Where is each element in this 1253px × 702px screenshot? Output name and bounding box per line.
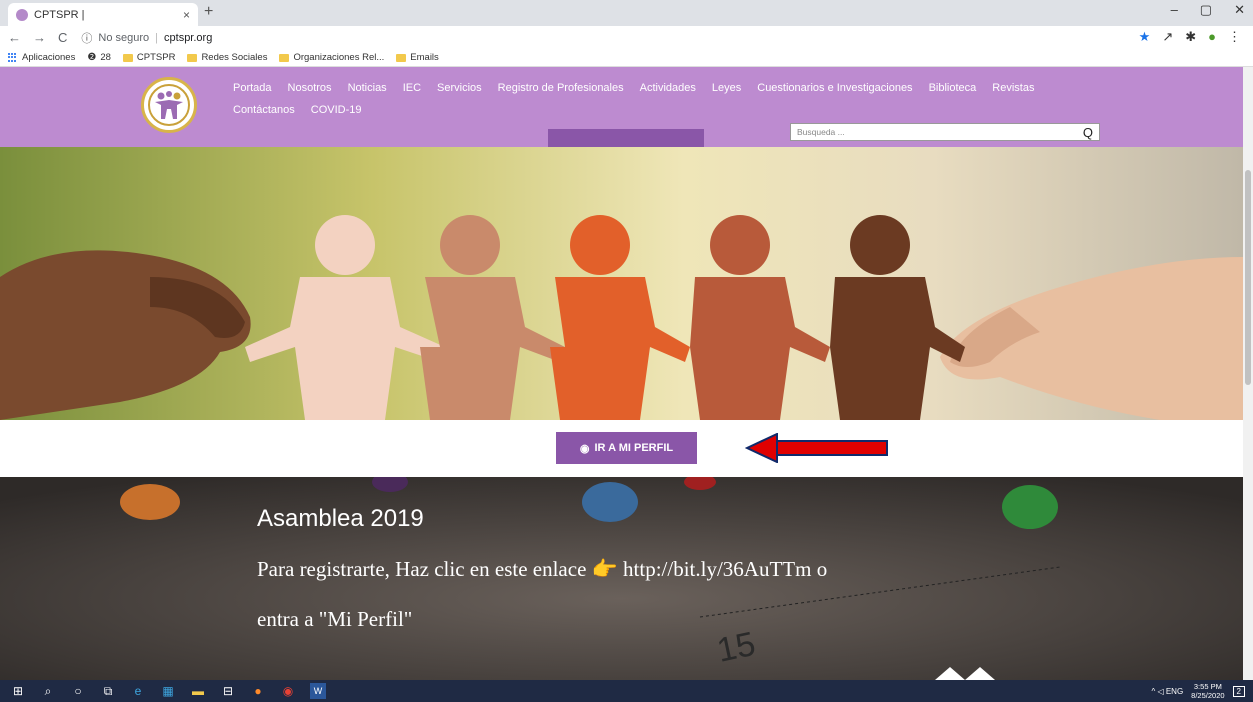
red-arrow-icon	[745, 433, 888, 463]
site-logo[interactable]	[141, 77, 197, 133]
new-tab-button[interactable]: +	[204, 3, 213, 21]
nav-leyes[interactable]: Leyes	[712, 82, 741, 94]
site-favicon-icon	[16, 8, 28, 21]
assembly-banner: 15 Asamblea 2019 Para registrarte, Haz c…	[0, 477, 1243, 680]
folder-icon	[122, 53, 133, 62]
people-logo-icon	[148, 84, 190, 126]
nav-servicios[interactable]: Servicios	[437, 82, 482, 94]
paper-people-illustration	[0, 215, 1243, 420]
browser-tab[interactable]: CPTSPR | ×	[8, 3, 198, 26]
nav-biblioteca[interactable]: Biblioteca	[929, 82, 977, 94]
bookmarks-bar: Aplicaciones ❷ 28 CPTSPR Redes Sociales …	[0, 49, 1253, 67]
shopping-bag-icon[interactable]: ⊟	[220, 683, 236, 699]
url-text[interactable]: cptspr.org	[164, 32, 212, 44]
user-circle-icon: ◉	[579, 442, 590, 455]
site-header: Portada Nosotros Noticias IEC Servicios …	[0, 67, 1243, 161]
puzzle-icon[interactable]: ✱	[1185, 29, 1196, 45]
hero-image	[0, 147, 1243, 420]
bookmark-label: Redes Sociales	[201, 52, 268, 63]
profile-avatar-icon[interactable]: ●	[1208, 29, 1216, 45]
web-page: Portada Nosotros Noticias IEC Servicios …	[0, 67, 1243, 680]
menu-icon[interactable]: ⋮	[1228, 29, 1241, 45]
nav-revistas[interactable]: Revistas	[992, 82, 1034, 94]
folder-icon	[396, 53, 407, 62]
bookmark-star-icon[interactable]: ★	[1139, 29, 1151, 45]
mi-perfil-label: IR A MI PERFIL	[594, 442, 674, 454]
tray-indicators[interactable]: ^ ◁ ENG	[1151, 687, 1183, 696]
system-tray: ^ ◁ ENG 3:55 PM 8/25/2020 2	[1151, 682, 1245, 700]
task-view-icon[interactable]: ⧉	[100, 683, 116, 699]
assembly-title: Asamblea 2019	[257, 505, 424, 532]
nav-nosotros[interactable]: Nosotros	[288, 82, 332, 94]
badge-icon: ❷	[87, 52, 97, 63]
search-input[interactable]: Busqueda ... Q	[790, 123, 1100, 141]
file-explorer-icon[interactable]: ▬	[190, 683, 206, 699]
search-placeholder: Busqueda ...	[797, 127, 845, 137]
assembly-register-text[interactable]: Para registrarte, Haz clic en este enlac…	[257, 557, 827, 582]
search-icon[interactable]: Q	[1083, 125, 1093, 140]
main-navigation: Portada Nosotros Noticias IEC Servicios …	[233, 82, 1093, 116]
nav-noticias[interactable]: Noticias	[348, 82, 387, 94]
security-label: No seguro	[98, 31, 150, 44]
clock-date: 8/25/2020	[1191, 691, 1225, 700]
clock[interactable]: 3:55 PM 8/25/2020	[1191, 682, 1224, 700]
reload-button[interactable]: C	[58, 30, 67, 45]
folder-icon	[187, 53, 198, 62]
nav-actividades[interactable]: Actividades	[640, 82, 696, 94]
nav-contactanos[interactable]: Contáctanos	[233, 104, 295, 116]
nav-buttons: ← → C	[8, 30, 67, 45]
mi-perfil-button[interactable]: ◉ IR A MI PERFIL	[556, 432, 697, 464]
back-button[interactable]: ←	[8, 30, 21, 45]
close-window-button[interactable]: ✕	[1234, 2, 1245, 18]
apps-grid-icon	[8, 52, 18, 63]
tab-close-icon[interactable]: ×	[183, 8, 190, 22]
scrollbar-thumb[interactable]	[1245, 170, 1251, 385]
window-controls: – ▢ ✕	[1171, 2, 1245, 18]
folder-icon	[279, 53, 290, 62]
windows-start-icon[interactable]: ⊞	[10, 683, 26, 699]
bookmark-28[interactable]: ❷ 28	[87, 52, 111, 63]
firefox-icon[interactable]: ●	[250, 683, 266, 699]
taskbar-icons: ⊞ ⌕ ○ ⧉ e ▦ ▬ ⊟ ● ◉ W	[10, 683, 326, 699]
tab-title: CPTSPR |	[34, 8, 85, 21]
bookmark-emails[interactable]: Emails	[396, 52, 439, 63]
store-icon[interactable]: ▦	[160, 683, 176, 699]
bookmark-label: Emails	[410, 52, 439, 63]
edge-icon[interactable]: e	[130, 683, 146, 699]
nav-covid[interactable]: COVID-19	[311, 104, 362, 116]
nav-iec[interactable]: IEC	[403, 82, 421, 94]
url-separator: |	[155, 31, 159, 44]
forward-button[interactable]: →	[33, 30, 46, 45]
bookmark-cptspr[interactable]: CPTSPR	[122, 52, 176, 63]
word-icon[interactable]: W	[310, 683, 326, 699]
bookmark-label: CPTSPR	[136, 52, 176, 63]
notifications-icon[interactable]: 2	[1232, 685, 1245, 697]
extension-icon[interactable]: ↗	[1162, 29, 1173, 45]
windows-taskbar: ⊞ ⌕ ○ ⧉ e ▦ ▬ ⊟ ● ◉ W ^ ◁ ENG 3:55 PM 8/…	[0, 680, 1253, 702]
bookmark-label: Organizaciones Rel...	[293, 52, 385, 63]
address-bar: ← → C ⓘ No seguro | cptspr.org ★ ↗ ✱ ● ⋮	[0, 26, 1253, 49]
bookmark-apps[interactable]: Aplicaciones	[8, 52, 75, 63]
bookmark-redes-sociales[interactable]: Redes Sociales	[187, 52, 267, 63]
svg-text:15: 15	[714, 625, 759, 670]
nav-portada[interactable]: Portada	[233, 82, 272, 94]
bookmark-organizaciones[interactable]: Organizaciones Rel...	[279, 52, 384, 63]
clock-time: 3:55 PM	[1193, 682, 1222, 691]
minimize-button[interactable]: –	[1171, 2, 1178, 18]
info-icon[interactable]: ⓘ	[81, 30, 92, 46]
nav-cuestionarios[interactable]: Cuestionarios e Investigaciones	[757, 82, 912, 94]
chrome-icon[interactable]: ◉	[280, 683, 296, 699]
bookmark-label: Aplicaciones	[22, 52, 76, 63]
nav-registro-profesionales[interactable]: Registro de Profesionales	[498, 82, 624, 94]
cortana-icon[interactable]: ○	[70, 683, 86, 699]
assembly-profile-text: entra a "Mi Perfil"	[257, 607, 413, 631]
search-icon[interactable]: ⌕	[40, 683, 56, 699]
url-field[interactable]: ⓘ No seguro | cptspr.org	[81, 30, 212, 46]
maximize-button[interactable]: ▢	[1200, 2, 1212, 18]
bookmark-label: 28	[100, 52, 111, 63]
browser-tab-bar: CPTSPR | × + – ▢ ✕	[0, 0, 1253, 26]
extensions-area: ★ ↗ ✱ ● ⋮	[1139, 29, 1241, 45]
